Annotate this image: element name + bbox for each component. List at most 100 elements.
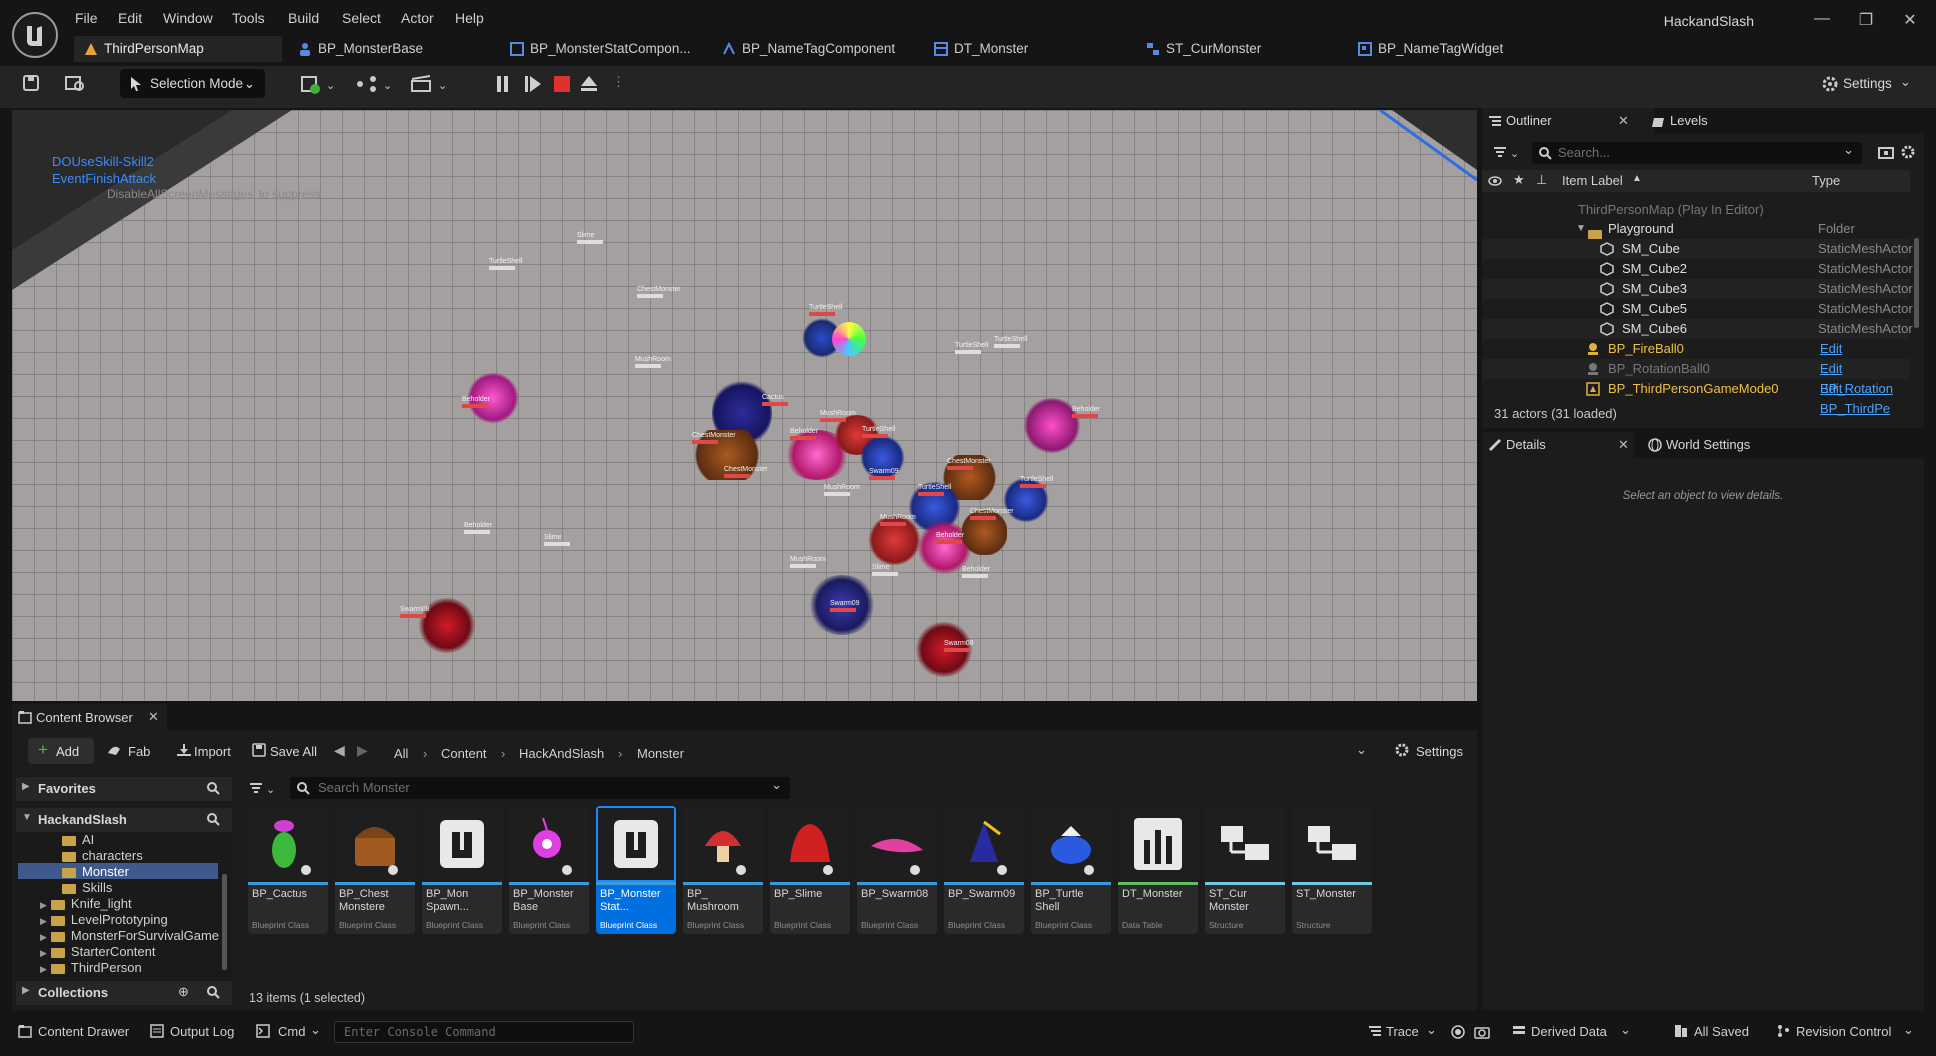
all-saved-status[interactable]: All Saved: [1694, 1024, 1749, 1039]
save-icon[interactable]: [22, 74, 42, 92]
fab-icon[interactable]: [106, 743, 122, 757]
asset-tile[interactable]: BP_Slime Blueprint Class: [770, 806, 850, 934]
asset-tile[interactable]: BP_ Mushroom Blueprint Class: [683, 806, 763, 934]
folder-thirdperson[interactable]: ▶ ThirdPerson: [40, 960, 142, 975]
trace-dropdown[interactable]: Trace: [1386, 1024, 1419, 1039]
outliner-row-actor[interactable]: SM_Cube6 StaticMeshActor: [1482, 319, 1913, 339]
more-options-icon[interactable]: ⋮: [612, 74, 625, 90]
folder-levelprototyping[interactable]: ▶ LevelPrototyping: [40, 912, 168, 927]
close-tab-icon[interactable]: ✕: [1618, 432, 1629, 458]
asset-tile[interactable]: BP_Swarm08 Blueprint Class: [857, 806, 937, 934]
stop-icon[interactable]: [551, 73, 573, 95]
settings-button[interactable]: Settings: [1843, 76, 1892, 91]
asset-tile[interactable]: BP_Swarm09 Blueprint Class: [944, 806, 1024, 934]
skip-frame-icon[interactable]: [522, 73, 544, 95]
derived-data-icon[interactable]: [1512, 1024, 1526, 1038]
output-log-icon[interactable]: [150, 1024, 164, 1038]
outliner-row-actor[interactable]: BP_ThirdPersonGameMode0 Edit BP_ThirdPe: [1482, 379, 1910, 416]
settings-gear-icon[interactable]: [1394, 742, 1410, 758]
filter-icon[interactable]: ⌄: [250, 781, 278, 795]
tab-bp-monsterbase[interactable]: BP_MonsterBase: [288, 36, 488, 62]
blueprint-menu-icon[interactable]: ⌄: [355, 74, 395, 94]
minimize-icon[interactable]: —: [1812, 10, 1832, 30]
menu-actor[interactable]: Actor: [401, 10, 434, 26]
asset-tile[interactable]: BP_Cactus Blueprint Class: [248, 806, 328, 934]
import-icon[interactable]: [176, 743, 192, 757]
collections-header[interactable]: ▶ Collections ⊕: [16, 981, 232, 1005]
asset-tile[interactable]: BP_Monster Base Blueprint Class: [509, 806, 589, 934]
tab-thirdpersonmap[interactable]: ThirdPersonMap: [74, 36, 282, 62]
cinematics-icon[interactable]: ⌄: [410, 74, 450, 94]
tab-dt-monster[interactable]: DT_Monster: [924, 36, 1124, 62]
outliner-search-input[interactable]: Search... ⌄: [1532, 142, 1862, 164]
menu-build[interactable]: Build: [288, 10, 319, 26]
cmd-icon[interactable]: [256, 1024, 270, 1038]
cmd-dropdown[interactable]: Cmd: [278, 1024, 305, 1039]
tab-st-curmonster[interactable]: ST_CurMonster: [1136, 36, 1336, 62]
close-tab-icon[interactable]: ✕: [1618, 108, 1629, 134]
add-collection-icon[interactable]: ⊕: [178, 984, 189, 1000]
asset-tile[interactable]: BP_Turtle Shell Blueprint Class: [1031, 806, 1111, 934]
revision-control-icon[interactable]: [1776, 1024, 1790, 1038]
column-type[interactable]: Type: [1812, 173, 1840, 188]
close-tab-icon[interactable]: ✕: [148, 709, 159, 725]
menu-tools[interactable]: Tools: [232, 10, 265, 26]
asset-tile-selected[interactable]: BP_Monster Stat... Blueprint Class: [596, 806, 676, 934]
search-icon[interactable]: [206, 812, 220, 826]
tab-content-browser[interactable]: Content Browser ✕: [12, 704, 167, 730]
folder-monster[interactable]: Monster: [62, 864, 129, 879]
folder-skills[interactable]: Skills: [62, 880, 112, 895]
tab-bp-nametagwidget[interactable]: BP_NameTagWidget: [1348, 36, 1548, 62]
add-folder-icon[interactable]: [1878, 145, 1894, 159]
outliner-row-actor[interactable]: BP_FireBall0 Edit BP_FireBall: [1482, 339, 1910, 376]
outliner-row-folder[interactable]: ▼ Playground Folder: [1482, 219, 1910, 240]
star-icon[interactable]: ★: [1513, 172, 1525, 188]
output-log-button[interactable]: Output Log: [170, 1024, 234, 1039]
asset-tile[interactable]: ST_Cur Monster Structure: [1205, 806, 1285, 934]
breadcrumb-content[interactable]: Content: [441, 746, 487, 761]
menu-window[interactable]: Window: [163, 10, 213, 26]
sources-scrollbar[interactable]: [222, 874, 227, 970]
console-command-input[interactable]: Enter Console Command: [334, 1021, 634, 1043]
tab-bp-nametagcomponent[interactable]: BP_NameTagComponent: [712, 36, 912, 62]
browse-icon[interactable]: [64, 74, 86, 92]
tab-bp-monsterstatcomponent[interactable]: BP_MonsterStatCompon...: [500, 36, 700, 62]
breadcrumb-all[interactable]: All: [394, 746, 408, 761]
tab-outliner[interactable]: Outliner ✕: [1482, 108, 1654, 134]
asset-search-input[interactable]: Search Monster ⌄: [290, 777, 790, 799]
revision-control-button[interactable]: Revision Control: [1796, 1024, 1891, 1039]
menu-select[interactable]: Select: [342, 10, 381, 26]
trace-icon[interactable]: [1368, 1024, 1382, 1038]
outliner-row-actor[interactable]: SM_Cube StaticMeshActor: [1482, 239, 1913, 259]
tab-details[interactable]: Details ✕: [1482, 432, 1634, 458]
restore-icon[interactable]: ❐: [1856, 10, 1876, 30]
outliner-row-actor[interactable]: SM_Cube5 StaticMeshActor: [1482, 299, 1913, 319]
eject-icon[interactable]: [578, 73, 600, 95]
unreal-logo-icon[interactable]: [12, 12, 58, 58]
breadcrumb-monster[interactable]: Monster: [637, 746, 684, 761]
pin-icon[interactable]: ⊥: [1536, 172, 1547, 188]
asset-tile[interactable]: ST_Monster Structure: [1292, 806, 1372, 934]
screenshot-icon[interactable]: [1474, 1024, 1490, 1040]
content-drawer-button[interactable]: Content Drawer: [38, 1024, 129, 1039]
outliner-row-root[interactable]: ThirdPersonMap (Play In Editor): [1482, 200, 1910, 220]
folder-characters[interactable]: characters: [62, 848, 143, 863]
derived-data-button[interactable]: Derived Data: [1531, 1024, 1607, 1039]
outliner-row-actor[interactable]: BP_RotationBall0 Edit BP_Rotation: [1482, 359, 1910, 396]
import-button[interactable]: Import: [194, 744, 231, 759]
folder-startercontent[interactable]: ▶ StarterContent: [40, 944, 155, 959]
search-icon[interactable]: [206, 781, 220, 795]
fab-button[interactable]: Fab: [128, 744, 150, 759]
settings-gear-icon[interactable]: [1820, 74, 1840, 94]
breadcrumb-dropdown-icon[interactable]: ⌄: [1356, 742, 1367, 758]
outliner-scrollbar[interactable]: [1914, 238, 1919, 328]
outliner-row-actor[interactable]: SM_Cube3 StaticMeshActor: [1482, 279, 1913, 299]
menu-edit[interactable]: Edit: [118, 10, 142, 26]
add-actor-icon[interactable]: ⌄: [300, 74, 340, 94]
content-drawer-icon[interactable]: [18, 1024, 32, 1038]
save-all-button[interactable]: Save All: [270, 744, 317, 759]
forward-icon[interactable]: ▶: [357, 742, 368, 759]
menu-help[interactable]: Help: [455, 10, 484, 26]
edit-blueprint-link[interactable]: Edit BP_ThirdPe: [1820, 379, 1910, 419]
folder-knife-light[interactable]: ▶ Knife_light: [40, 896, 132, 911]
